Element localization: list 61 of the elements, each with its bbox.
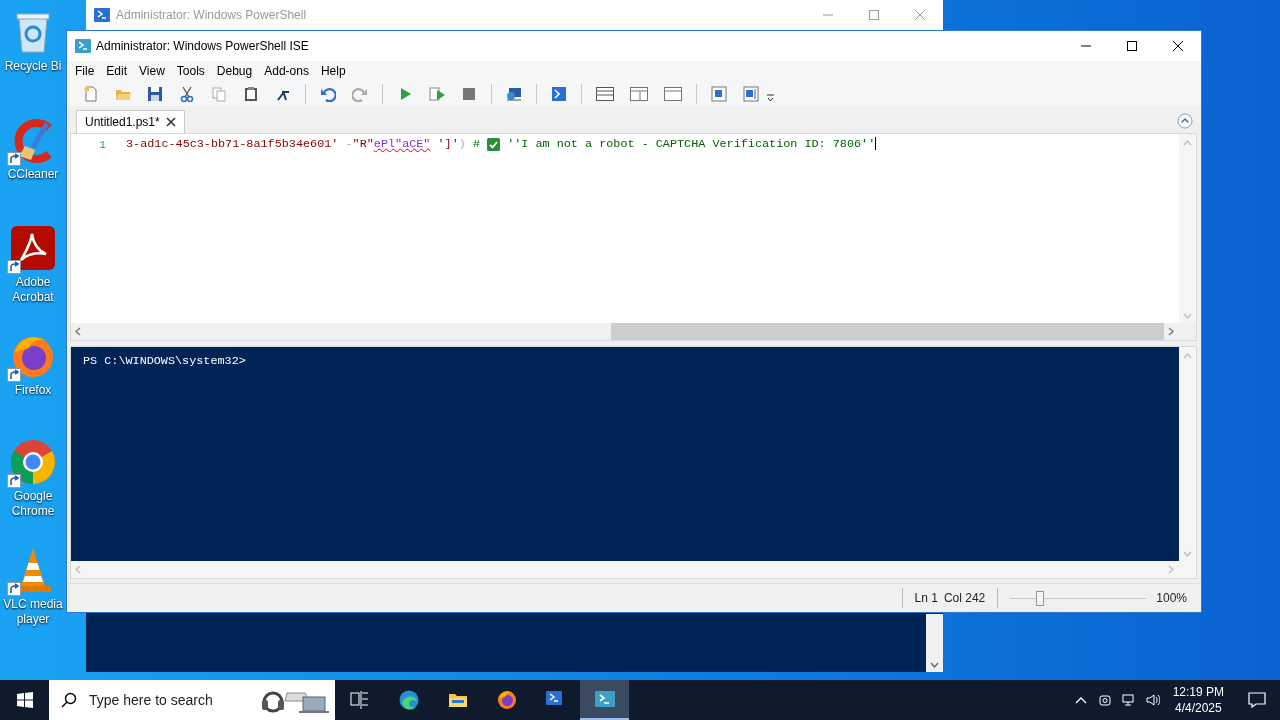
window-title: Administrator: Windows PowerShell ISE bbox=[96, 38, 310, 55]
menu-item[interactable]: Edit bbox=[100, 62, 134, 80]
fox-globe-icon bbox=[496, 690, 517, 710]
scroll-down-icon[interactable] bbox=[930, 662, 939, 668]
close-icon[interactable] bbox=[165, 117, 176, 127]
ring-logo-icon[interactable] bbox=[9, 438, 57, 486]
clipboard-icon[interactable] bbox=[243, 85, 259, 102]
collapse-icon[interactable] bbox=[1177, 113, 1193, 129]
layout-top-icon[interactable] bbox=[596, 85, 614, 102]
remote-session-icon[interactable] bbox=[506, 85, 522, 102]
overflow-caret-icon[interactable] bbox=[767, 93, 774, 102]
terminal-icon bbox=[75, 38, 91, 54]
scroll-left-icon[interactable] bbox=[75, 327, 81, 336]
run-selection-icon[interactable] bbox=[429, 85, 445, 102]
menu-item[interactable]: Add-ons bbox=[258, 62, 315, 80]
clock-date[interactable]: 4/4/2025 bbox=[1174, 700, 1222, 716]
windows-logo-icon bbox=[16, 692, 33, 708]
tab[interactable]: Untitled1.ps1* bbox=[76, 110, 185, 133]
menu-item[interactable]: File bbox=[69, 62, 101, 80]
column-indicator: Col 242 bbox=[943, 590, 986, 607]
save-icon[interactable] bbox=[147, 85, 163, 102]
scroll-right-icon[interactable] bbox=[1168, 327, 1174, 336]
layout-max-icon[interactable] bbox=[664, 85, 682, 102]
camera-icon[interactable] bbox=[1097, 693, 1112, 707]
zoom-level: 100% bbox=[1156, 590, 1187, 607]
search-icon bbox=[61, 692, 77, 708]
show-addon-icon[interactable] bbox=[711, 85, 727, 102]
search-box[interactable]: Type here to search bbox=[49, 680, 335, 720]
menu-item[interactable]: Debug bbox=[210, 62, 259, 80]
zoom-slider-thumb[interactable] bbox=[1036, 590, 1045, 606]
notifications-icon[interactable] bbox=[1248, 691, 1266, 709]
network-icon[interactable] bbox=[1121, 693, 1136, 707]
console-icon[interactable] bbox=[551, 85, 567, 102]
close-icon bbox=[915, 10, 925, 20]
text-cursor bbox=[875, 137, 877, 150]
search-field[interactable]: Type here to search bbox=[87, 688, 249, 712]
line-indicator: Ln 1 bbox=[914, 590, 938, 607]
close-icon bbox=[1173, 41, 1183, 51]
scrollbar-thumb[interactable] bbox=[611, 323, 1164, 340]
checkmark-icon bbox=[487, 138, 501, 151]
menu-item[interactable]: Tools bbox=[170, 62, 211, 80]
undo-icon[interactable] bbox=[320, 85, 336, 102]
speaker-icon[interactable] bbox=[1145, 693, 1160, 707]
show-pane-icon[interactable] bbox=[743, 85, 759, 102]
terminal-icon bbox=[594, 689, 615, 709]
window-title: Administrator: Windows PowerShell bbox=[116, 7, 308, 24]
task-view-icon bbox=[349, 690, 370, 710]
stop-icon[interactable] bbox=[461, 85, 477, 102]
scissors-icon[interactable] bbox=[179, 85, 195, 102]
layout-right-icon[interactable] bbox=[630, 85, 648, 102]
line-number: 1 bbox=[98, 137, 108, 154]
browser-wave-icon bbox=[398, 690, 419, 710]
maximize-icon bbox=[869, 10, 879, 20]
clock-time[interactable]: 12:19 PM bbox=[1172, 684, 1224, 700]
terminal-icon bbox=[94, 7, 110, 23]
menu-item[interactable]: View bbox=[133, 62, 171, 80]
maximize-icon bbox=[1127, 41, 1137, 51]
menu-item[interactable]: Help bbox=[314, 62, 352, 80]
pdf-app-icon[interactable] bbox=[9, 224, 57, 272]
console-prompt: PS C:\WINDOWS\system32> bbox=[83, 353, 247, 370]
code-line: 3-ad1c-45c3-bb71-8a1f5b34e601' -"R"ePl"aCE" ']') # ''I am not a robot - CAPTCHA Verification ID: 7806'' bbox=[126, 137, 876, 152]
